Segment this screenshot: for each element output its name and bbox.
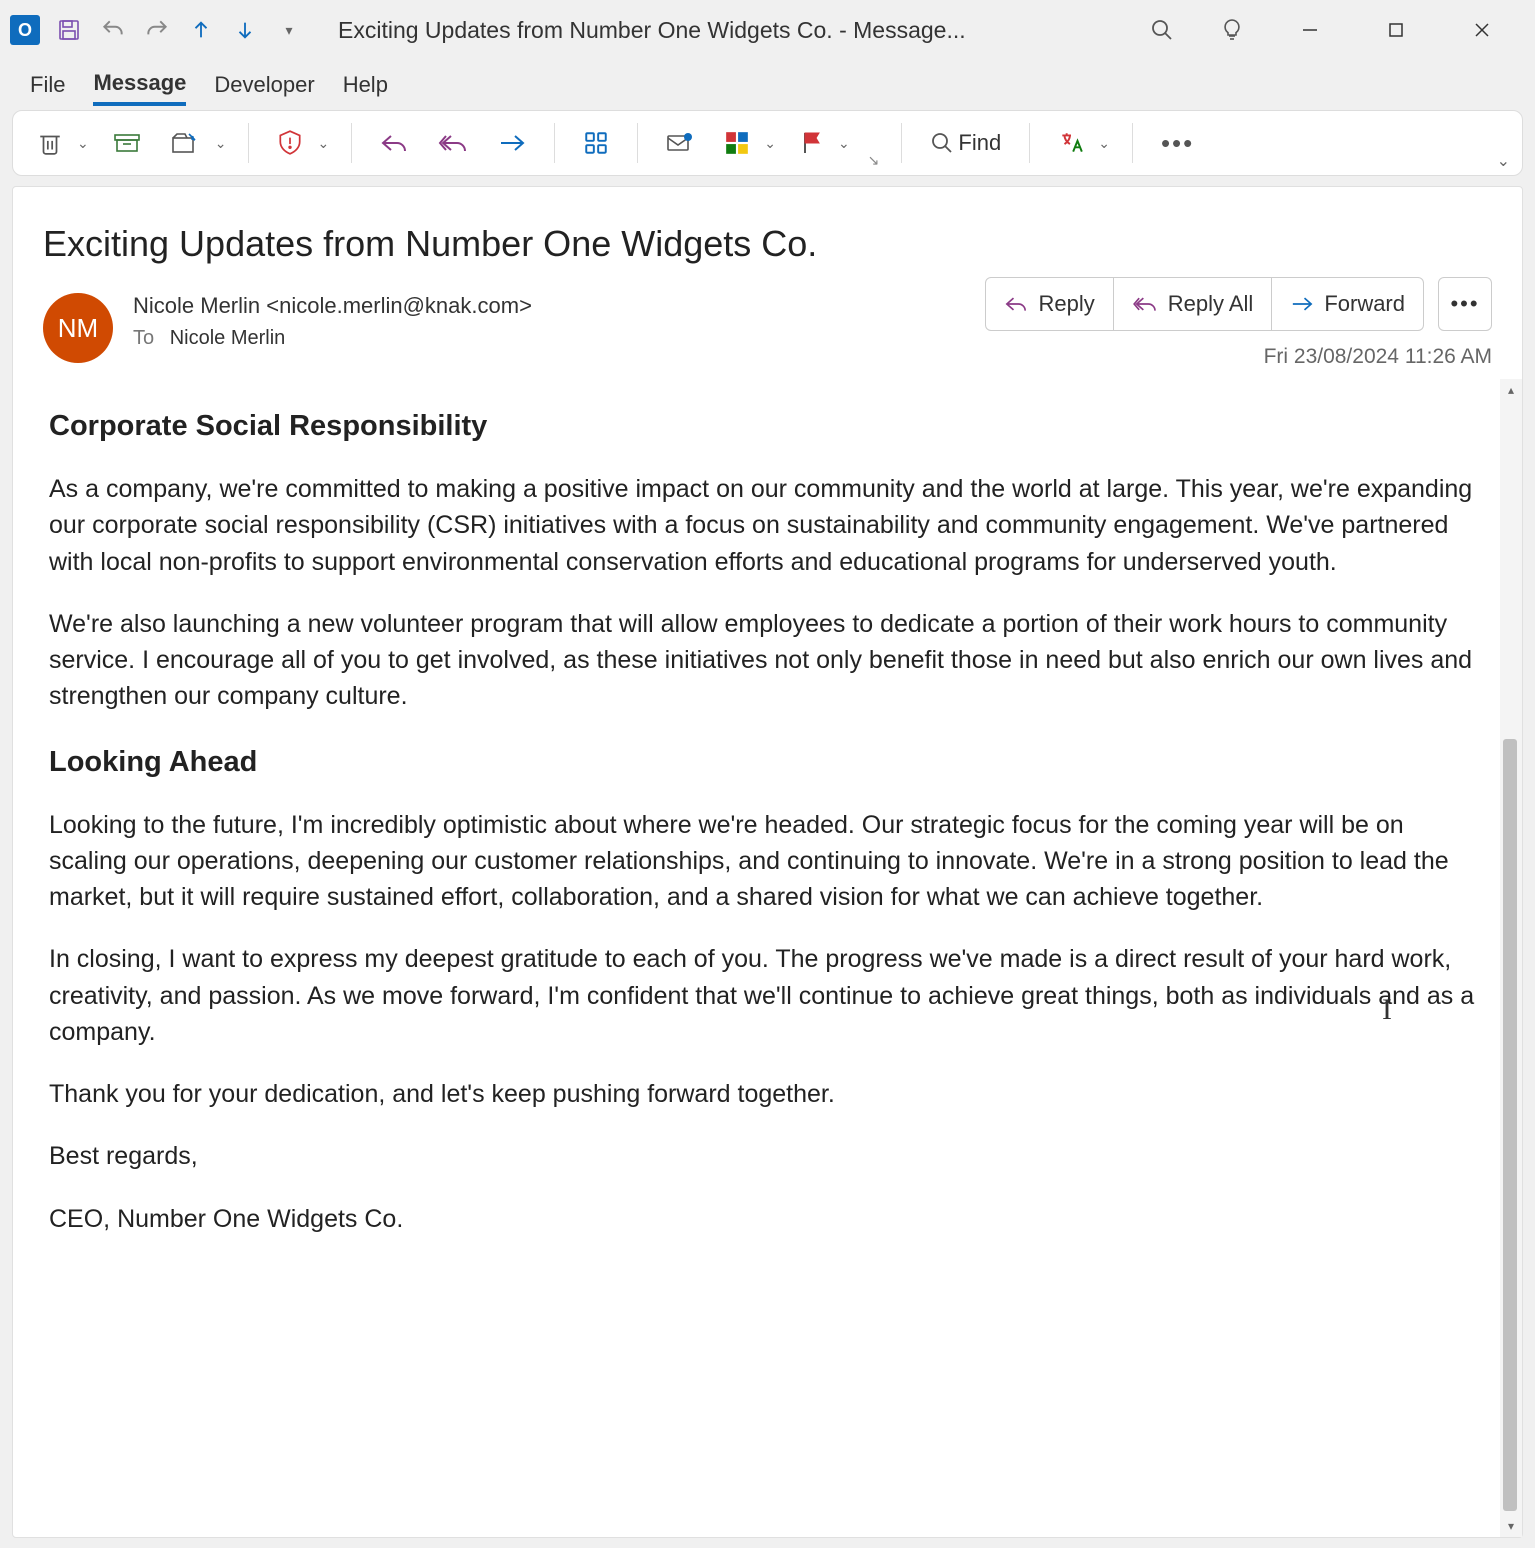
scroll-down-icon[interactable]: ▾	[1500, 1515, 1522, 1537]
more-actions-button[interactable]: •••	[1438, 277, 1492, 331]
body-paragraph: In closing, I want to express my deepest…	[49, 941, 1486, 1050]
message-timestamp: Fri 23/08/2024 11:26 AM	[1264, 345, 1492, 369]
ribbon-expand-icon[interactable]: ⌄	[1497, 151, 1510, 171]
separator	[901, 123, 902, 163]
message-subject: Exciting Updates from Number One Widgets…	[43, 223, 1492, 265]
scrollbar[interactable]: ▴ ▾	[1500, 379, 1522, 1537]
categorize-dropdown-icon[interactable]: ⌄	[764, 135, 776, 152]
translate-dropdown-icon[interactable]: ⌄	[1098, 135, 1110, 152]
reply-button[interactable]: Reply	[985, 277, 1113, 331]
undo-icon[interactable]	[98, 15, 128, 45]
separator	[1132, 123, 1133, 163]
text-cursor-icon: I	[1382, 993, 1392, 1027]
redo-icon[interactable]	[142, 15, 172, 45]
separator	[637, 123, 638, 163]
reply-icon	[1004, 294, 1028, 314]
close-button[interactable]	[1459, 10, 1505, 50]
categorize-icon[interactable]	[718, 123, 756, 163]
message-from-row: NM Nicole Merlin <nicole.merlin@knak.com…	[13, 277, 1522, 379]
separator	[554, 123, 555, 163]
next-item-icon[interactable]	[230, 15, 260, 45]
separator	[248, 123, 249, 163]
heading-csr: Corporate Social Responsibility	[49, 405, 1486, 447]
window-title: Exciting Updates from Number One Widgets…	[304, 17, 1147, 44]
reply-all-label: Reply All	[1168, 291, 1254, 317]
scroll-up-icon[interactable]: ▴	[1500, 379, 1522, 401]
message-body-scroll: Corporate Social Responsibility As a com…	[13, 379, 1522, 1537]
move-dropdown-icon[interactable]: ⌄	[215, 135, 227, 152]
message-actions: Reply Reply All Forward •••	[985, 277, 1492, 331]
forward-label: Forward	[1324, 291, 1405, 317]
report-dropdown-icon[interactable]: ⌄	[317, 135, 329, 152]
maximize-button[interactable]	[1373, 10, 1419, 50]
mark-unread-icon[interactable]	[660, 123, 700, 163]
reply-ribbon-icon[interactable]	[374, 123, 414, 163]
more-icon: •••	[1450, 291, 1479, 317]
more-commands-icon[interactable]: •••	[1155, 123, 1200, 163]
minimize-button[interactable]	[1287, 10, 1333, 50]
find-icon[interactable]: Find	[924, 123, 1007, 163]
body-paragraph: As a company, we're committed to making …	[49, 471, 1486, 580]
message-body: Corporate Social Responsibility As a com…	[13, 379, 1522, 1537]
previous-item-icon[interactable]	[186, 15, 216, 45]
separator	[1029, 123, 1030, 163]
tab-file[interactable]: File	[30, 66, 65, 104]
to-label: To	[133, 327, 154, 349]
archive-icon[interactable]	[107, 123, 147, 163]
menu-tabs: File Message Developer Help	[0, 60, 1535, 110]
reply-label: Reply	[1038, 291, 1094, 317]
translate-icon[interactable]	[1052, 123, 1090, 163]
title-bar: O ▾ Exciting Updates from Number One Wid…	[0, 0, 1535, 60]
recipient-name[interactable]: Nicole Merlin	[170, 327, 286, 349]
dialog-launcher-icon[interactable]: ↘	[868, 152, 880, 169]
body-paragraph: Thank you for your dedication, and let's…	[49, 1076, 1486, 1112]
customize-qat-icon[interactable]: ▾	[274, 15, 304, 45]
apps-icon[interactable]	[577, 123, 615, 163]
tab-help[interactable]: Help	[343, 66, 388, 104]
scroll-thumb[interactable]	[1503, 739, 1517, 1511]
outlook-icon: O	[10, 15, 40, 45]
quick-access-toolbar: O ▾	[10, 15, 304, 45]
report-icon[interactable]	[271, 123, 309, 163]
reply-all-button[interactable]: Reply All	[1114, 277, 1273, 331]
lightbulb-icon[interactable]	[1217, 15, 1247, 45]
delete-icon[interactable]	[31, 123, 69, 163]
forward-icon	[1290, 294, 1314, 314]
sender-avatar[interactable]: NM	[43, 293, 113, 363]
message-panel: Exciting Updates from Number One Widgets…	[12, 186, 1523, 1538]
forward-button[interactable]: Forward	[1272, 277, 1424, 331]
move-icon[interactable]	[165, 123, 207, 163]
find-label: Find	[958, 130, 1001, 156]
separator	[351, 123, 352, 163]
ribbon: ⌄ ⌄ ⌄ ⌄ ⌄ ↘ Find ⌄ ••• ⌄	[12, 110, 1523, 176]
heading-ahead: Looking Ahead	[49, 741, 1486, 783]
body-signature: CEO, Number One Widgets Co.	[49, 1201, 1486, 1237]
flag-dropdown-icon[interactable]: ⌄	[838, 135, 850, 152]
flag-icon[interactable]	[794, 123, 830, 163]
reply-all-ribbon-icon[interactable]	[432, 123, 474, 163]
save-icon[interactable]	[54, 15, 84, 45]
tab-message[interactable]: Message	[93, 64, 186, 106]
body-paragraph: Best regards,	[49, 1138, 1486, 1174]
delete-dropdown-icon[interactable]: ⌄	[77, 135, 89, 152]
tab-developer[interactable]: Developer	[214, 66, 314, 104]
sender-name[interactable]: Nicole Merlin <nicole.merlin@knak.com>	[133, 293, 532, 319]
reply-all-icon	[1132, 294, 1158, 314]
search-icon[interactable]	[1147, 15, 1177, 45]
recipient-line: To Nicole Merlin	[133, 327, 532, 350]
forward-ribbon-icon[interactable]	[492, 123, 532, 163]
body-paragraph: We're also launching a new volunteer pro…	[49, 606, 1486, 715]
body-paragraph: Looking to the future, I'm incredibly op…	[49, 807, 1486, 916]
window-controls	[1147, 10, 1525, 50]
